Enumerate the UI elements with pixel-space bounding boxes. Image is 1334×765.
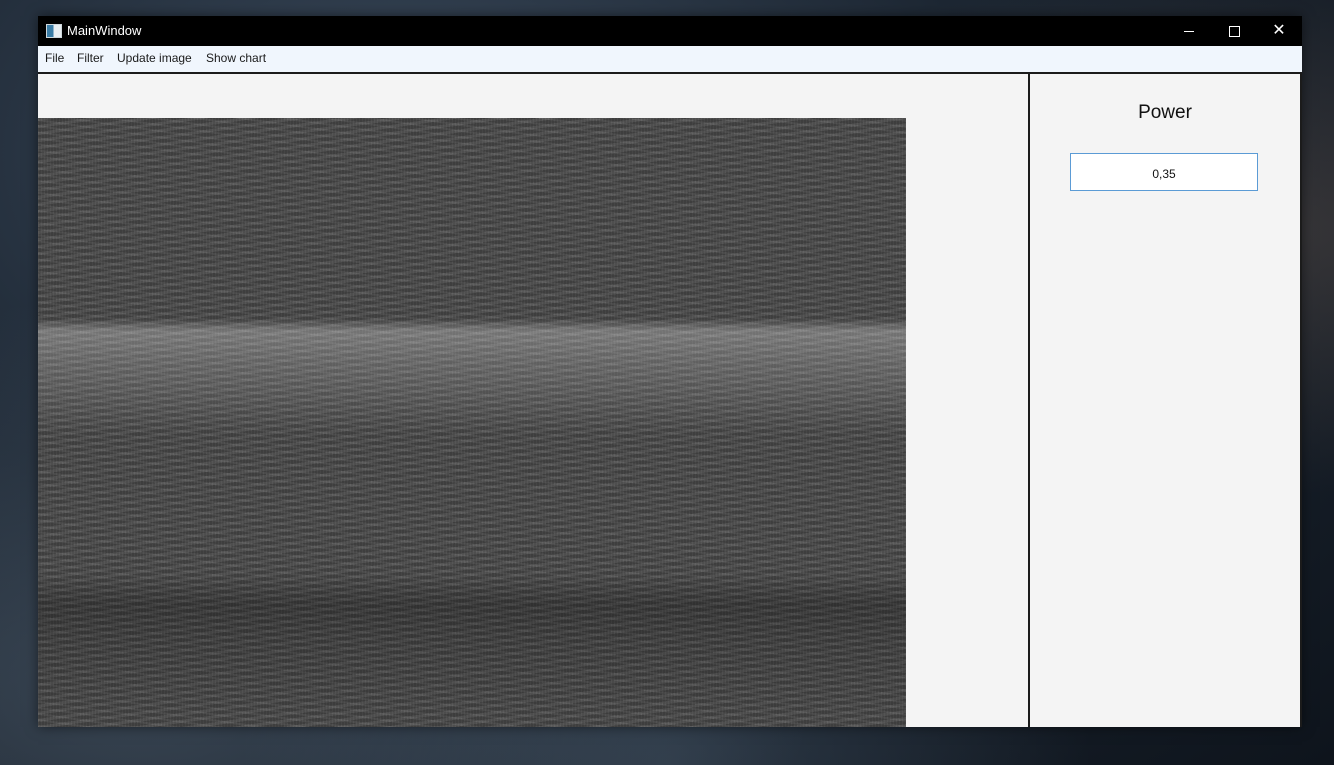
power-label: Power [1138,102,1192,123]
minimize-button[interactable] [1166,16,1212,46]
close-button[interactable]: ✕ [1256,16,1302,46]
main-window: MainWindow ✕ File Filter Update image Sh… [38,16,1302,727]
settings-panel: Power [1030,74,1302,727]
window-title: MainWindow [67,23,142,38]
menu-bar: File Filter Update image Show chart [38,46,1302,74]
menu-file[interactable]: File [43,51,66,65]
maximize-button[interactable] [1211,16,1257,46]
minimize-icon [1184,30,1194,32]
maximize-icon [1228,25,1240,37]
menu-filter[interactable]: Filter [75,51,106,65]
title-bar[interactable]: MainWindow ✕ [38,16,1302,46]
image-area [38,74,1028,727]
close-icon: ✕ [1272,22,1286,39]
power-input[interactable] [1070,153,1258,191]
sonar-image [38,118,906,727]
menu-update-image[interactable]: Update image [115,51,194,65]
menu-show-chart[interactable]: Show chart [204,51,268,65]
app-icon [46,24,62,38]
